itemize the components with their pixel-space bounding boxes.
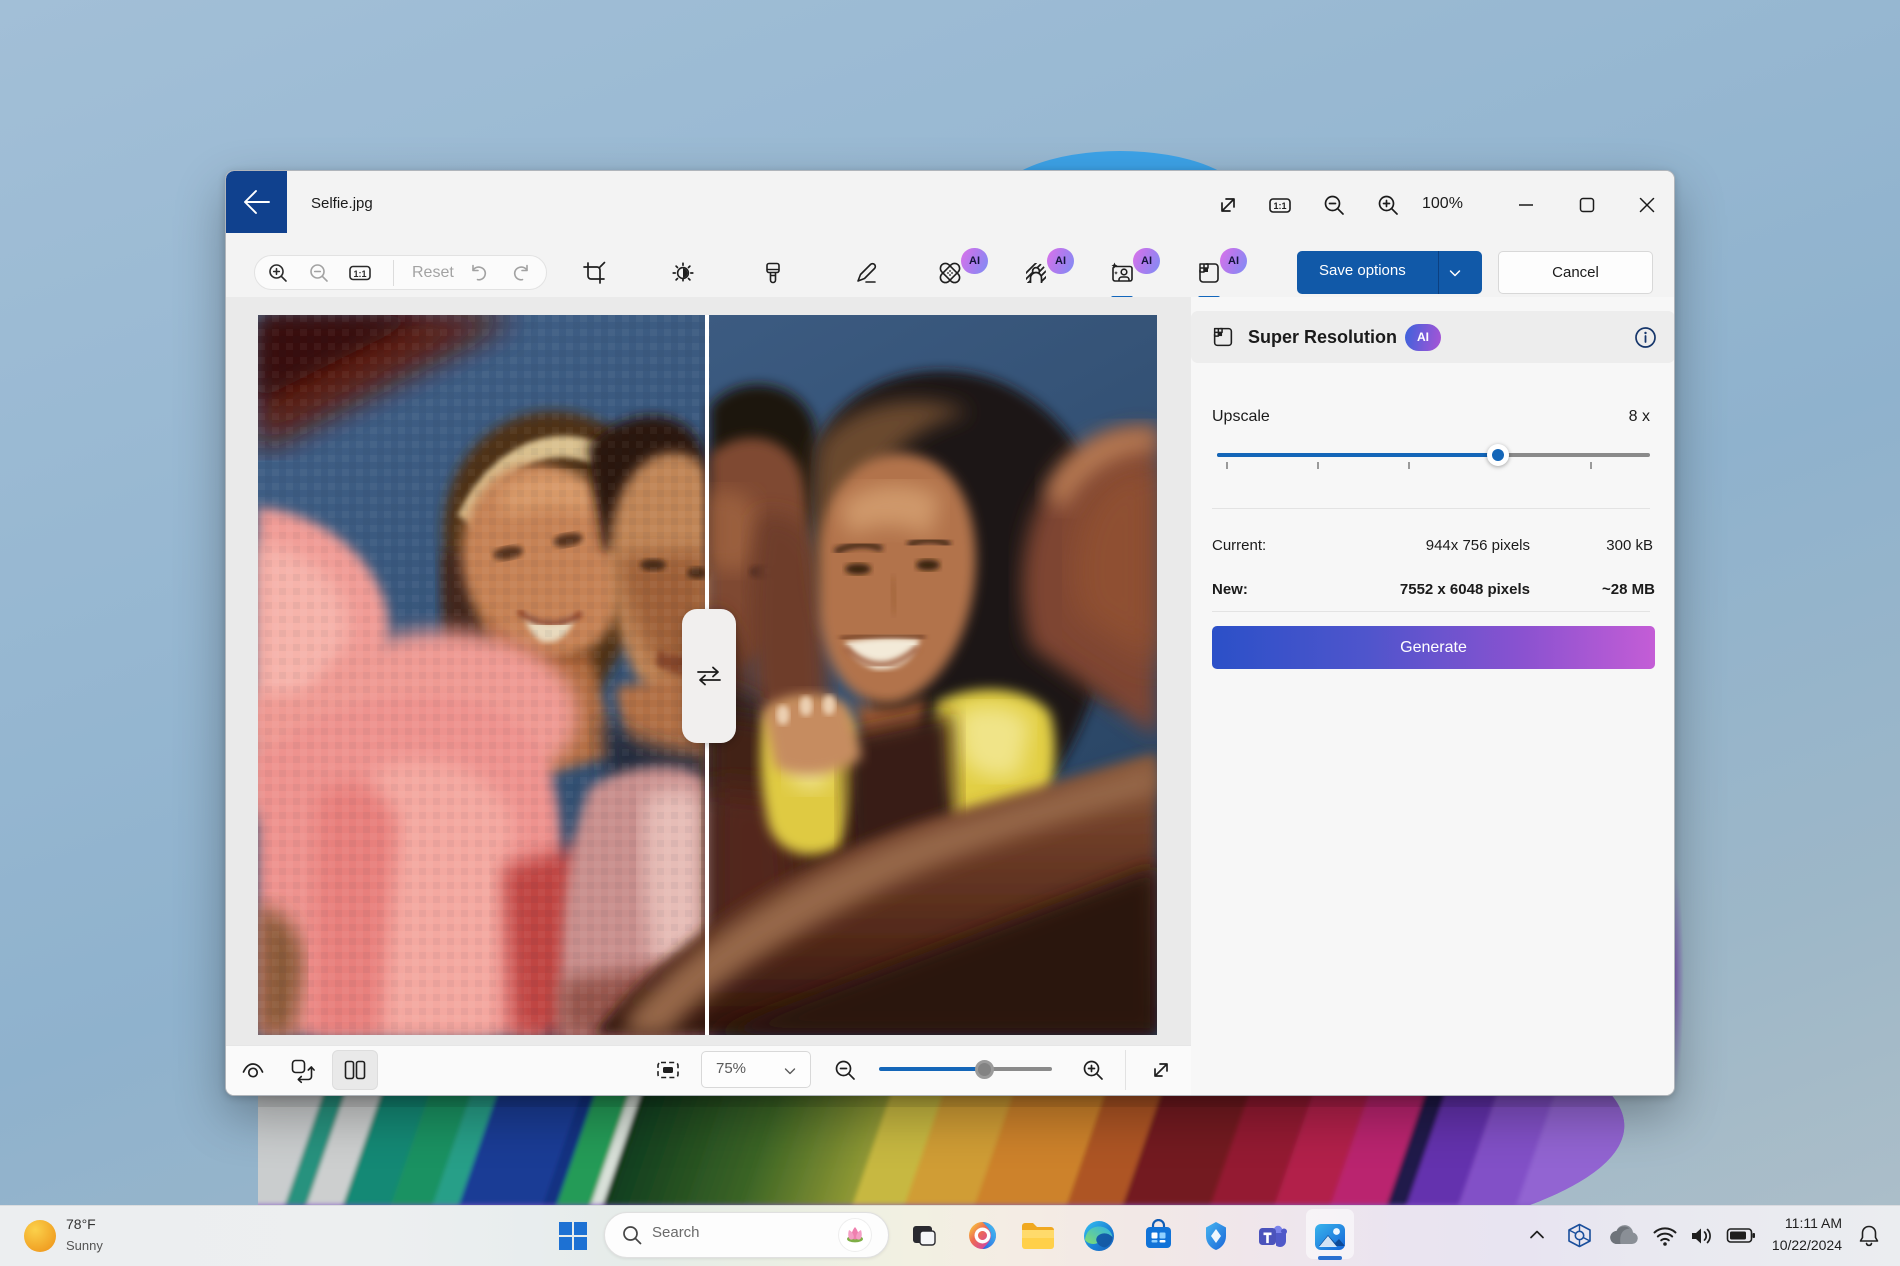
svg-text:1:1: 1:1: [353, 269, 366, 279]
svg-text:1:1: 1:1: [1273, 201, 1286, 211]
